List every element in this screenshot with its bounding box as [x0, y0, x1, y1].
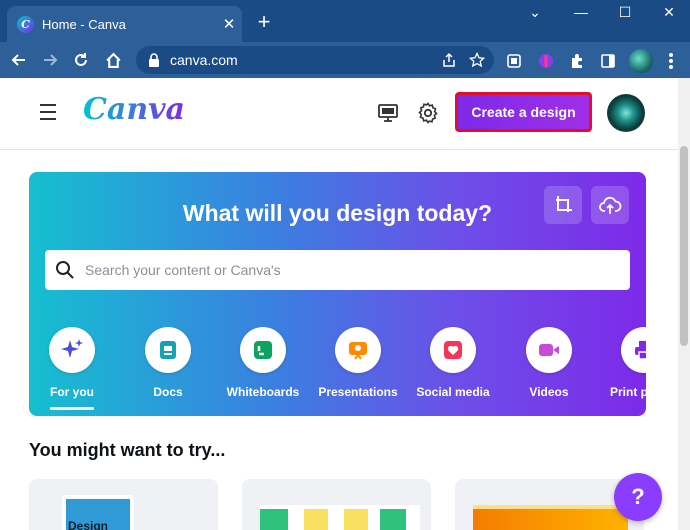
tab-title: Home - Canva [42, 16, 126, 32]
new-tab-button[interactable]: + [252, 10, 276, 34]
suggestion-card-design[interactable]: Design [29, 479, 218, 530]
user-avatar[interactable] [607, 94, 645, 132]
canva-logo[interactable]: Canva [83, 92, 185, 127]
reload-button[interactable] [68, 47, 94, 73]
print-icon [635, 341, 646, 360]
browser-profile-avatar[interactable] [629, 49, 653, 73]
sparkle-icon [61, 339, 83, 358]
custom-size-button[interactable] [544, 186, 582, 224]
upload-button[interactable] [591, 186, 629, 224]
browser-menu-icon[interactable] [660, 50, 682, 72]
close-window-button[interactable]: ✕ [654, 4, 684, 21]
suggestions-heading: You might want to try... [29, 440, 226, 460]
forward-button[interactable] [37, 47, 63, 73]
tab-search-icon[interactable]: ⌄ [520, 4, 550, 21]
extensions-puzzle-icon[interactable] [566, 50, 588, 72]
scrollbar-thumb[interactable] [680, 146, 688, 346]
category-whiteboards[interactable]: Whiteboards [217, 327, 309, 399]
docs-icon [160, 341, 176, 359]
hero-banner: What will you design today? Search your … [29, 172, 646, 416]
presentation-icon [349, 342, 367, 360]
extension-screenshot-icon[interactable] [503, 50, 525, 72]
tab-close-icon[interactable]: ✕ [216, 15, 242, 33]
share-icon[interactable] [438, 52, 460, 68]
category-presentations[interactable]: Presentations [312, 327, 404, 399]
lock-icon [149, 53, 159, 67]
card-thumbnail: Design [62, 495, 134, 530]
browser-toolbar: canva.com [0, 42, 690, 78]
design-search-input[interactable]: Search your content or Canva's [45, 250, 630, 290]
arrow-left-icon [11, 54, 25, 66]
back-button[interactable] [6, 47, 32, 73]
home-button[interactable] [100, 47, 126, 73]
desktop-app-icon[interactable] [376, 101, 400, 125]
bookmark-star-icon[interactable] [466, 52, 488, 68]
card-thumbnail [260, 505, 420, 530]
category-for-you[interactable]: For you [29, 327, 118, 410]
browser-titlebar: C Home - Canva ✕ + ⌄ — ☐ ✕ [0, 0, 690, 42]
menu-hamburger-icon[interactable] [40, 104, 56, 120]
heart-icon [444, 341, 462, 359]
create-a-design-button[interactable]: Create a design [455, 92, 592, 132]
arrow-right-icon [44, 54, 58, 66]
active-category-indicator [50, 407, 94, 410]
category-videos[interactable]: Videos [503, 327, 595, 399]
resize-icon [556, 196, 572, 212]
side-panel-icon[interactable] [597, 50, 619, 72]
search-icon [56, 261, 74, 279]
category-print-products[interactable]: Print pr [598, 327, 646, 399]
canva-header: Canva Create a design [0, 78, 678, 150]
address-bar[interactable]: canva.com [136, 46, 494, 74]
minimize-button[interactable]: — [566, 4, 596, 20]
cloud-upload-icon [599, 196, 622, 214]
help-button[interactable]: ? [614, 473, 662, 521]
whiteboard-icon [254, 341, 272, 359]
maximize-button[interactable]: ☐ [610, 4, 640, 21]
search-placeholder: Search your content or Canva's [85, 262, 281, 278]
canva-favicon-icon: C [17, 15, 34, 33]
card-thumbnail [473, 505, 628, 530]
settings-gear-icon[interactable] [416, 101, 440, 125]
video-icon [539, 344, 559, 356]
browser-tab[interactable]: C Home - Canva ✕ [7, 6, 242, 42]
extension-vpn-icon[interactable] [535, 50, 557, 72]
home-icon [105, 52, 121, 68]
suggestion-card-2[interactable] [242, 479, 431, 530]
category-docs[interactable]: Docs [122, 327, 214, 399]
category-social-media[interactable]: Social media [407, 327, 499, 399]
page-scrollbar[interactable] [678, 78, 690, 530]
url-text: canva.com [170, 52, 238, 68]
reload-icon [75, 53, 87, 66]
